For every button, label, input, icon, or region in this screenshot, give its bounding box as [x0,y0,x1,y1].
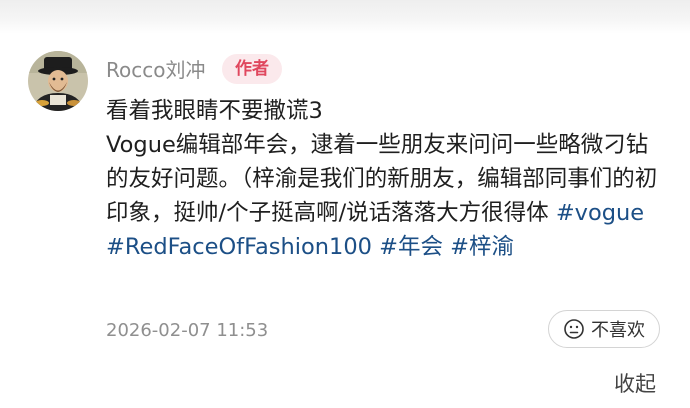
hashtag-ziyu[interactable]: #梓渝 [450,234,514,260]
neutral-face-icon [564,319,584,339]
hashtag-redfaceoffashion100[interactable]: #RedFaceOfFashion100 [106,234,372,260]
comment-body: Vogue编辑部年会，逮着一些朋友来问问一些略微刁钻的友好问题。（梓渝是我们的新… [106,128,666,264]
avatar[interactable] [28,51,88,111]
top-shade [0,0,690,34]
collapse-link[interactable]: 收起 [614,370,656,398]
comment-content: 看着我眼睛不要撒谎3 Vogue编辑部年会，逮着一些朋友来问问一些略微刁钻的友好… [106,94,666,264]
timestamp: 2026-02-07 11:53 [106,320,269,341]
username[interactable]: Rocco刘冲 [106,57,205,83]
hashtag-vogue[interactable]: #vogue [556,200,644,226]
dislike-button[interactable]: 不喜欢 [548,310,660,348]
hashtag-annual-party[interactable]: #年会 [379,234,443,260]
author-badge: 作者 [222,54,282,84]
avatar-portrait-icon [28,51,88,111]
dislike-label: 不喜欢 [591,320,645,341]
comment-first-line: 看着我眼睛不要撒谎3 [106,98,323,124]
